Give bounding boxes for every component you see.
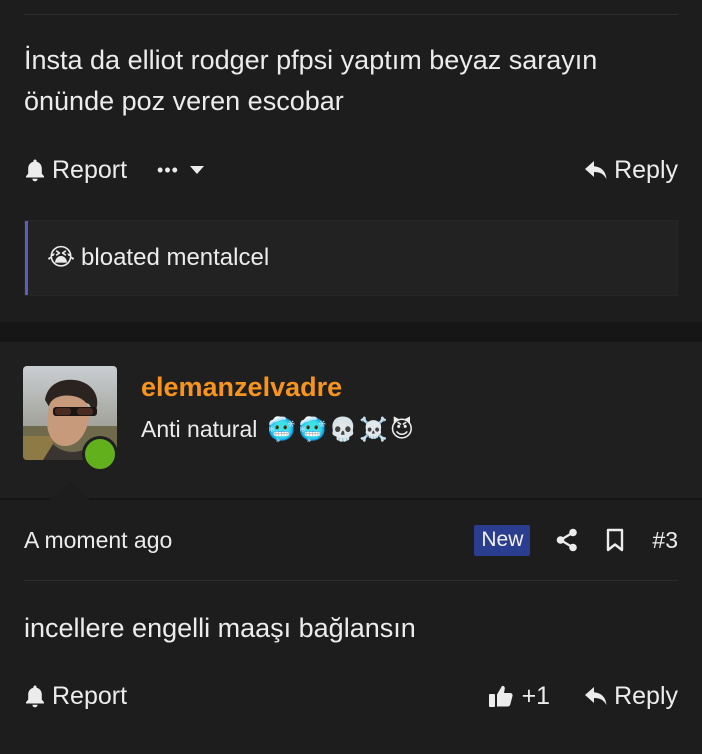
reply-button[interactable]: Reply [584,682,678,711]
cold-face-emoji-icon: 🥶 [267,416,296,442]
report-label: Report [52,155,128,184]
post-body: İnsta da elliot rodger pfpsi yaptım beya… [24,45,598,116]
user-title-emojis: 🥶 🥶 💀 ☠️ 😈 [267,416,414,443]
post-number-link[interactable]: #3 [652,527,678,554]
reaction-users[interactable]: bloated mentalcel [81,244,269,272]
report-label: Report [52,681,128,710]
bell-icon [24,684,46,708]
post-meta: A moment ago New #3 [24,522,678,558]
thumbs-up-icon [488,683,514,709]
smiling-devil-emoji-icon: 😈 [389,416,414,442]
more-options-button[interactable]: ••• [157,160,205,181]
post-timestamp[interactable]: A moment ago [24,527,172,554]
reply-label: Reply [614,155,678,184]
reply-button[interactable]: Reply [584,156,678,185]
username[interactable]: elemanzelvadre [141,372,342,403]
crying-emoji-icon: 😭 [47,244,76,271]
post-actions: Report ••• Reply [24,152,678,188]
online-status-indicator [82,436,118,472]
reply-label: Reply [614,681,678,710]
reply-arrow-icon [584,685,608,707]
post-meta-icons: #3 [556,527,678,554]
post-body: incellere engelli maaşı bağlansın [24,613,416,643]
thread-page: İnsta da elliot rodger pfpsi yaptım beya… [0,0,702,754]
reaction-summary: 😭 bloated mentalcel [47,243,269,272]
divider [24,14,678,15]
post-1: İnsta da elliot rodger pfpsi yaptım beya… [0,0,702,322]
post-actions: Report +1 Reply [24,678,678,714]
skull-emoji-icon: 💀 [328,416,358,442]
reply-arrow-icon [584,159,608,181]
skull-crossbones-emoji-icon: ☠️ [359,416,388,442]
like-button[interactable]: +1 [488,681,551,711]
reactions-bar[interactable]: 😭 bloated mentalcel [24,220,678,296]
reactions-accent [25,221,28,295]
report-button[interactable]: Report [24,156,127,185]
ellipsis-icon: ••• [157,159,179,180]
chevron-down-icon [189,165,205,175]
bell-icon [24,158,46,182]
new-badge: New [474,524,531,556]
author-caret [50,482,90,500]
report-button[interactable]: Report [24,682,127,711]
post-author-header: elemanzelvadre Anti natural 🥶 🥶 💀 ☠️ 😈 [0,342,702,498]
share-icon[interactable] [556,528,578,552]
post-2: A moment ago New #3 incellere engelli ma… [0,500,702,754]
like-count: +1 [521,681,551,710]
cold-face-emoji-icon: 🥶 [298,416,327,442]
bookmark-icon[interactable] [606,528,624,552]
user-title: Anti natural 🥶 🥶 💀 ☠️ 😈 [141,416,414,443]
divider [24,580,678,581]
user-title-text: Anti natural [141,416,258,442]
